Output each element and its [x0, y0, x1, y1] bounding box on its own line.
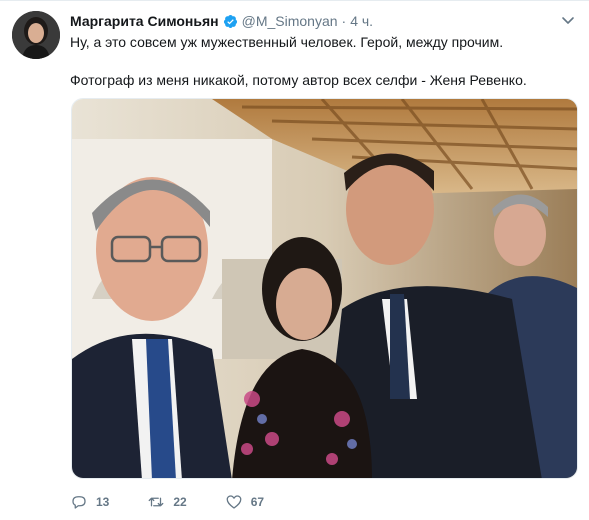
tweet[interactable]: Маргарита Симоньян @M_Simonyan · 4 ч. Ну…	[0, 0, 589, 520]
reply-button[interactable]: 13	[70, 493, 109, 511]
reply-icon	[72, 496, 86, 509]
author-handle[interactable]: @M_Simonyan	[242, 13, 338, 29]
author-name[interactable]: Маргарита Симоньян	[70, 13, 219, 29]
like-button[interactable]: 67	[225, 493, 264, 511]
like-count: 67	[250, 495, 265, 509]
tweet-text-line: Ну, а это совсем уж мужественный человек…	[70, 34, 504, 50]
tweet-text-line: Фотограф из меня никакой, потому автор в…	[70, 72, 527, 88]
retweet-count: 22	[173, 495, 187, 509]
tweet-time[interactable]: 4 ч.	[350, 13, 373, 29]
avatar-image	[12, 11, 60, 59]
selfie-photo	[72, 99, 577, 478]
retweet-button[interactable]: 22	[147, 493, 187, 511]
tweet-text: Ну, а это совсем уж мужественный человек…	[70, 33, 575, 90]
chevron-down-icon[interactable]	[561, 13, 575, 27]
retweet-icon	[148, 497, 164, 507]
heart-icon	[226, 495, 242, 509]
tweet-header: Маргарита Симоньян @M_Simonyan · 4 ч.	[70, 11, 575, 31]
separator-dot: ·	[341, 13, 347, 29]
tweet-photo[interactable]	[71, 98, 578, 479]
verified-badge-icon	[223, 14, 237, 28]
avatar[interactable]	[12, 11, 60, 59]
reply-count: 13	[96, 495, 110, 509]
tweet-actions: 13 22 67	[70, 491, 302, 513]
